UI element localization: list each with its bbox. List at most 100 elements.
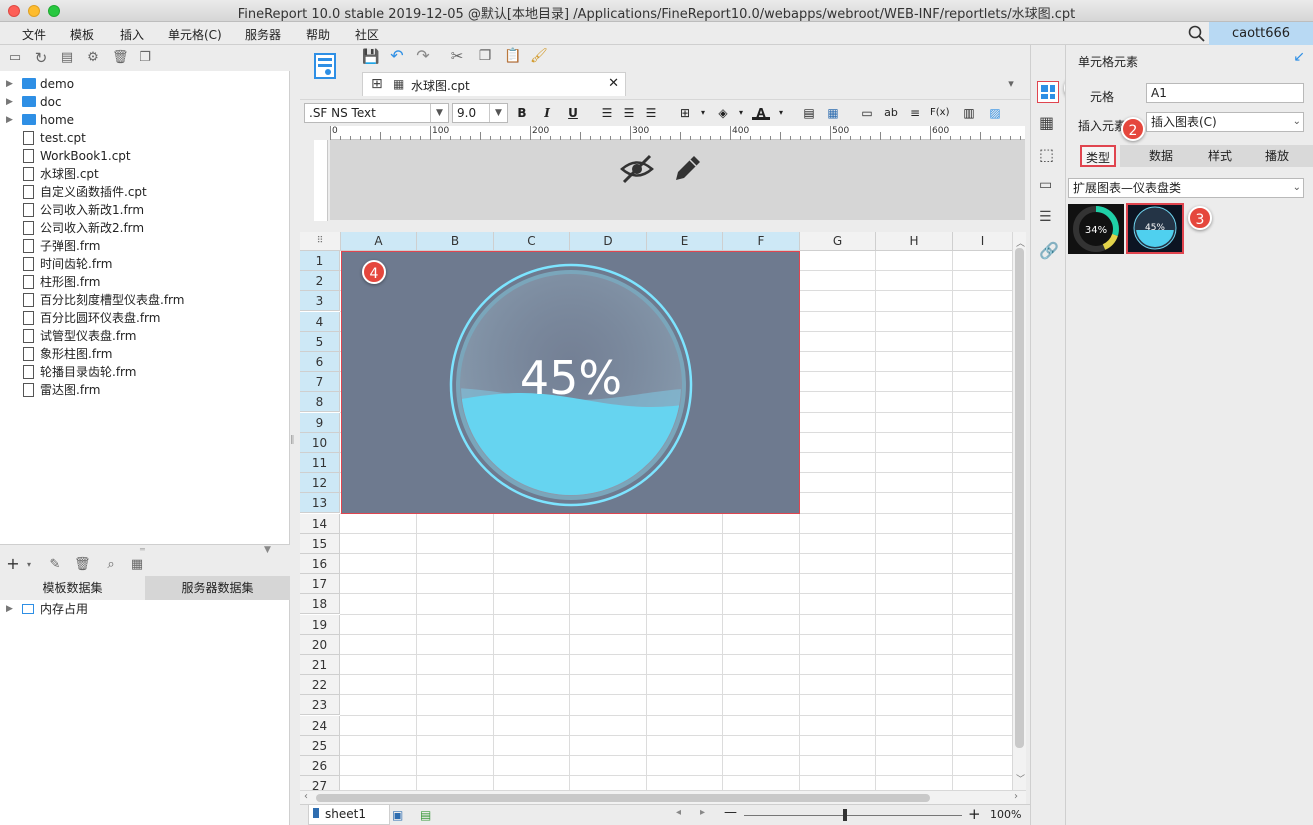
menu-insert[interactable]: 插入: [120, 26, 144, 43]
next-sheet-icon[interactable]: ▸: [700, 807, 705, 818]
expand-arrow-icon[interactable]: ▶: [6, 111, 13, 129]
tree-file[interactable]: 百分比刻度槽型仪表盘.frm: [0, 291, 290, 309]
row-header[interactable]: 16: [300, 554, 340, 574]
copy-cell-icon[interactable]: ❐: [478, 49, 492, 63]
insert-row-icon[interactable]: ▭: [858, 104, 876, 122]
search-icon[interactable]: [1188, 25, 1205, 42]
undo-icon[interactable]: ↶: [390, 48, 404, 64]
chart-category-select[interactable]: 扩展图表—仪表盘类 ⌄: [1068, 178, 1304, 198]
row-header[interactable]: 12: [300, 473, 340, 494]
tab-type[interactable]: 类型: [1080, 145, 1116, 167]
column-header[interactable]: B: [417, 232, 494, 251]
row-header[interactable]: 11: [300, 453, 340, 473]
row-header[interactable]: 3: [300, 291, 340, 312]
row-header[interactable]: 8: [300, 392, 340, 413]
sheet-tab[interactable]: sheet1: [308, 805, 390, 825]
menu-community[interactable]: 社区: [355, 26, 379, 43]
preview-icon[interactable]: ⌕: [104, 558, 118, 572]
widget-icon[interactable]: ▭: [1039, 177, 1057, 195]
tree-file[interactable]: 子弹图.frm: [0, 237, 290, 255]
chevron-down-icon[interactable]: ▾: [694, 104, 712, 122]
row-header[interactable]: 19: [300, 614, 340, 635]
tab-play[interactable]: 播放: [1240, 145, 1313, 167]
spreadsheet-grid[interactable]: ⠿ ABCDEFGHI 1 2 3 4 5 6 7 8 9 10 11 12 13 14 15 16 17 18 1…: [300, 232, 1012, 790]
prev-sheet-icon[interactable]: ◂: [676, 807, 681, 818]
row-header[interactable]: 18: [300, 594, 340, 615]
row-header[interactable]: 13: [300, 493, 340, 514]
tree-file[interactable]: 水球图.cpt: [0, 165, 290, 183]
row-header[interactable]: 5: [300, 331, 340, 352]
scroll-down-icon[interactable]: ﹀: [1016, 772, 1025, 785]
gauge-thumbnail[interactable]: 34%: [1068, 204, 1124, 254]
zoom-slider-thumb[interactable]: [843, 809, 847, 821]
cell-attribute-icon[interactable]: ▦: [1039, 113, 1057, 132]
redo-icon[interactable]: ↷: [416, 48, 430, 64]
tree-folder[interactable]: ▶ home: [0, 111, 290, 129]
column-header[interactable]: I: [953, 232, 1012, 251]
select-all-corner[interactable]: ⠿: [300, 232, 341, 251]
cell-input[interactable]: A1: [1146, 83, 1304, 103]
user-account[interactable]: caott666: [1209, 22, 1313, 45]
tree-folder[interactable]: ▶ demo: [0, 75, 290, 93]
tree-file[interactable]: 百分比圆环仪表盘.frm: [0, 309, 290, 327]
cell-element-icon[interactable]: [1037, 81, 1059, 103]
tree-file[interactable]: 轮播目录齿轮.frm: [0, 363, 290, 381]
vertical-scroll-thumb[interactable]: [1015, 248, 1024, 748]
format-brush-icon[interactable]: 🖌: [530, 49, 548, 63]
scroll-right-icon[interactable]: ›: [1014, 791, 1018, 802]
row-header[interactable]: 15: [300, 533, 340, 554]
row-header[interactable]: 6: [300, 352, 340, 372]
tree-file[interactable]: WorkBook1.cpt: [0, 147, 290, 165]
template-icon[interactable]: [314, 53, 336, 81]
server-dataset-icon[interactable]: ▦: [130, 558, 144, 572]
collapse-panel-icon[interactable]: ↙: [1293, 49, 1305, 65]
table-icon[interactable]: ▦: [824, 104, 842, 122]
zoom-slider-track[interactable]: [744, 815, 962, 816]
tree-file[interactable]: test.cpt: [0, 129, 290, 147]
column-header[interactable]: C: [494, 232, 570, 251]
zoom-in-icon[interactable]: +: [968, 805, 981, 823]
cell-style-icon[interactable]: ▤: [800, 104, 818, 122]
menu-server[interactable]: 服务器: [245, 26, 281, 43]
hyperlink-icon[interactable]: 🔗: [1039, 241, 1059, 260]
bold-icon[interactable]: B: [513, 104, 531, 122]
column-header[interactable]: F: [723, 232, 800, 251]
formula-icon[interactable]: F(x): [930, 104, 949, 122]
menu-help[interactable]: 帮助: [306, 26, 330, 43]
splitter-handle[interactable]: ‖: [290, 435, 300, 449]
tree-file[interactable]: 试管型仪表盘.frm: [0, 327, 290, 345]
font-color-icon[interactable]: A: [752, 104, 770, 120]
zoom-out-icon[interactable]: —: [724, 805, 737, 820]
border-icon[interactable]: ⊞: [676, 104, 694, 122]
chevron-down-icon[interactable]: ▾: [22, 558, 36, 572]
row-header[interactable]: 4: [300, 311, 340, 332]
expand-arrow-icon[interactable]: ▶: [6, 75, 13, 93]
tree-file[interactable]: 公司收入新改1.frm: [0, 201, 290, 219]
chevron-down-icon[interactable]: ▾: [772, 104, 790, 122]
save-icon[interactable]: 💾: [362, 50, 379, 64]
settings-icon[interactable]: ⚙: [86, 51, 100, 65]
row-header[interactable]: 17: [300, 574, 340, 595]
row-header[interactable]: 1: [300, 251, 340, 271]
underline-icon[interactable]: U: [564, 104, 582, 122]
tree-file[interactable]: 时间齿轮.frm: [0, 255, 290, 273]
copy-icon[interactable]: ❐: [138, 51, 152, 65]
column-header[interactable]: G: [800, 232, 876, 251]
liquid-fill-chart[interactable]: 45% 4: [341, 251, 800, 514]
row-header[interactable]: 21: [300, 655, 340, 675]
chevron-down-icon[interactable]: ▾: [732, 104, 750, 122]
tree-file[interactable]: 自定义函数插件.cpt: [0, 183, 290, 201]
tree-file[interactable]: 柱形图.frm: [0, 273, 290, 291]
column-header[interactable]: H: [876, 232, 953, 251]
paste-icon[interactable]: 📋: [504, 49, 521, 63]
row-header[interactable]: 14: [300, 513, 340, 534]
align-center-icon[interactable]: ☰: [620, 104, 638, 122]
menu-file[interactable]: 文件: [22, 26, 46, 43]
text-icon[interactable]: ab: [882, 104, 900, 122]
row-header[interactable]: 22: [300, 675, 340, 696]
tree-file[interactable]: 雷达图.frm: [0, 381, 290, 399]
tree-folder[interactable]: ▶ doc: [0, 93, 290, 111]
scroll-left-icon[interactable]: ‹: [304, 791, 308, 802]
row-header[interactable]: 2: [300, 271, 340, 292]
open-icon[interactable]: ▤: [60, 51, 74, 65]
